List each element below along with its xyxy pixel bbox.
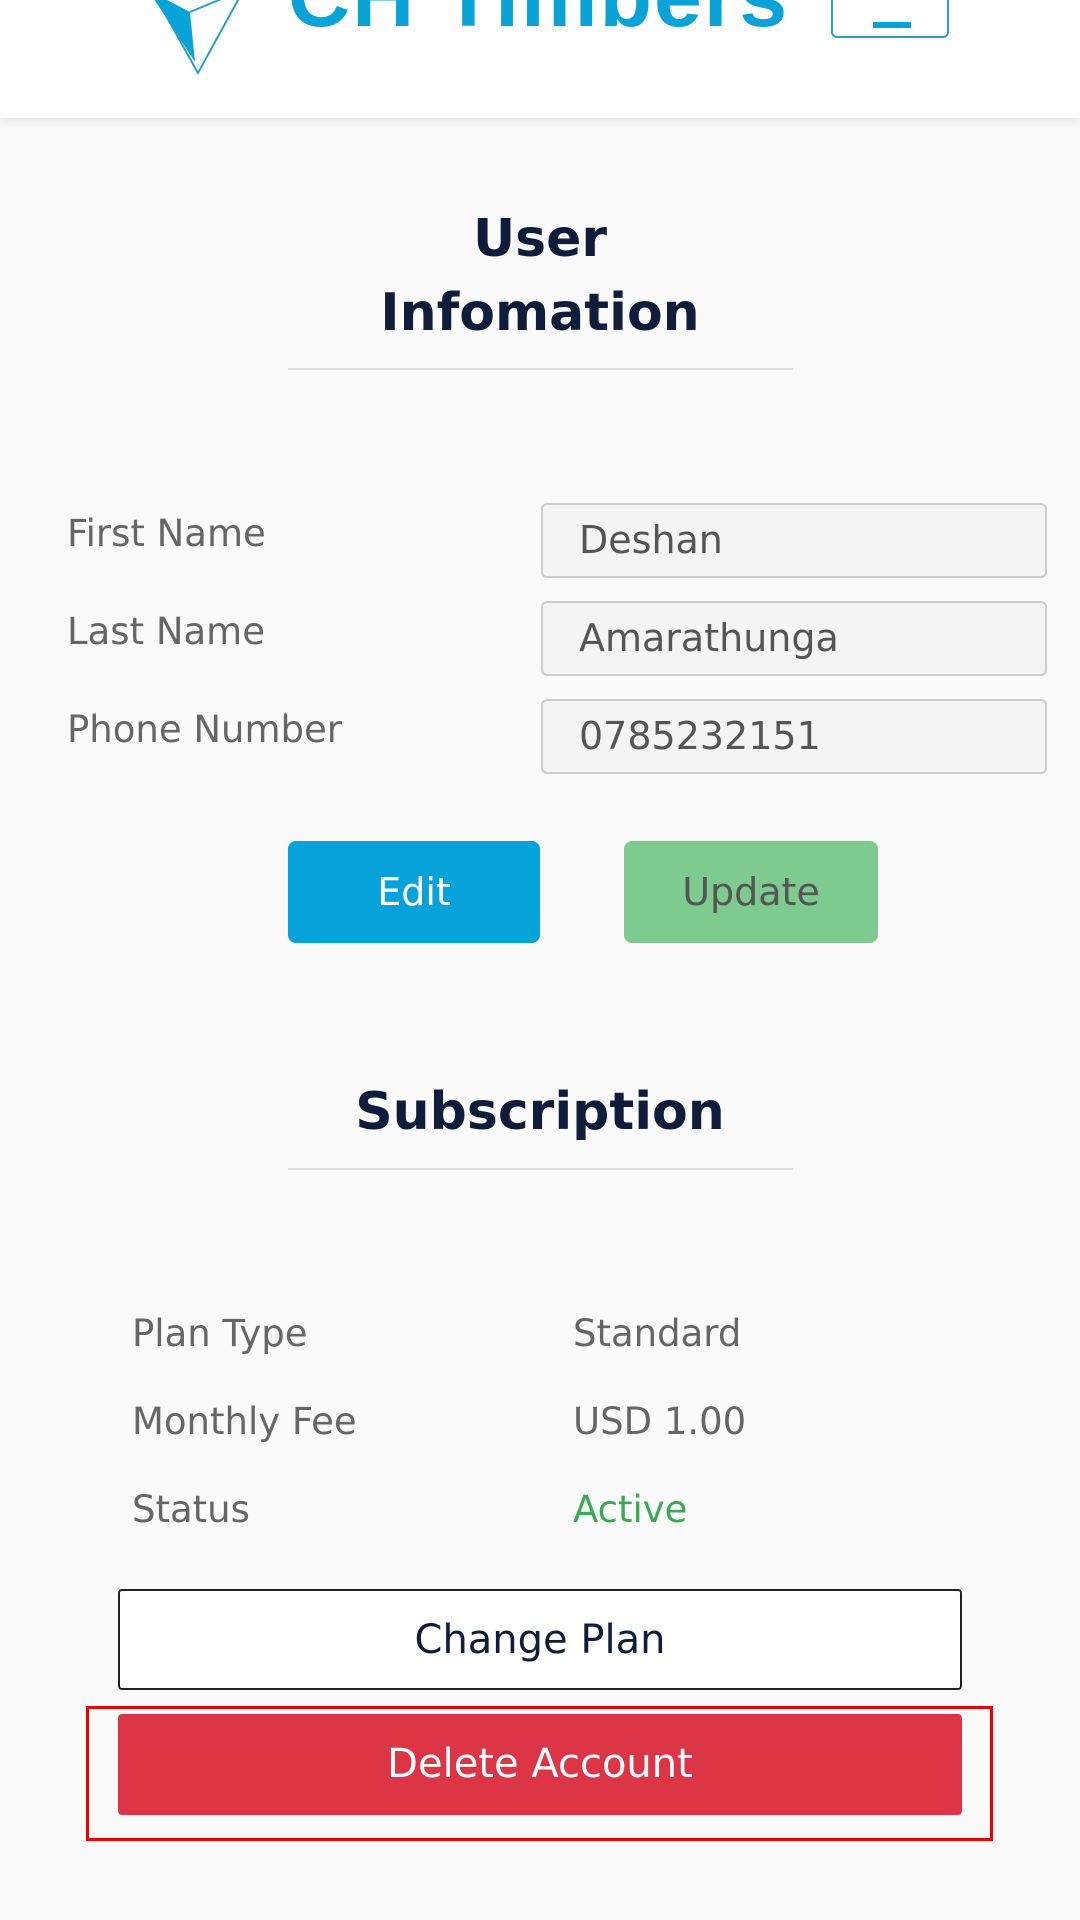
last-name-label: Last Name: [67, 610, 265, 653]
update-button[interactable]: Update: [624, 841, 878, 943]
edit-button[interactable]: Edit: [288, 841, 540, 943]
logo-icon: [154, 0, 240, 75]
logo-text[interactable]: CH Timbers: [288, 0, 789, 47]
plan-type-label: Plan Type: [132, 1312, 308, 1355]
user-info-title: User Infomation: [380, 209, 700, 343]
phone-label: Phone Number: [67, 708, 343, 751]
phone-field[interactable]: 0785232151: [541, 699, 1047, 774]
subscription-title: Subscription: [355, 1082, 725, 1142]
last-name-field[interactable]: Amarathunga: [541, 601, 1047, 676]
first-name-label: First Name: [67, 512, 266, 555]
hamburger-icon: [873, 22, 911, 28]
plan-type-value: Standard: [573, 1312, 742, 1355]
status-value: Active: [573, 1488, 688, 1531]
divider: [288, 1168, 793, 1170]
change-plan-button[interactable]: Change Plan: [118, 1589, 962, 1690]
header: CH Timbers: [0, 0, 1080, 118]
monthly-fee-value: USD 1.00: [573, 1400, 747, 1443]
monthly-fee-label: Monthly Fee: [132, 1400, 357, 1443]
menu-button[interactable]: [831, 0, 949, 38]
divider: [288, 368, 793, 370]
status-label: Status: [132, 1488, 250, 1531]
delete-account-button[interactable]: Delete Account: [118, 1714, 962, 1815]
first-name-field[interactable]: Deshan: [541, 503, 1047, 578]
